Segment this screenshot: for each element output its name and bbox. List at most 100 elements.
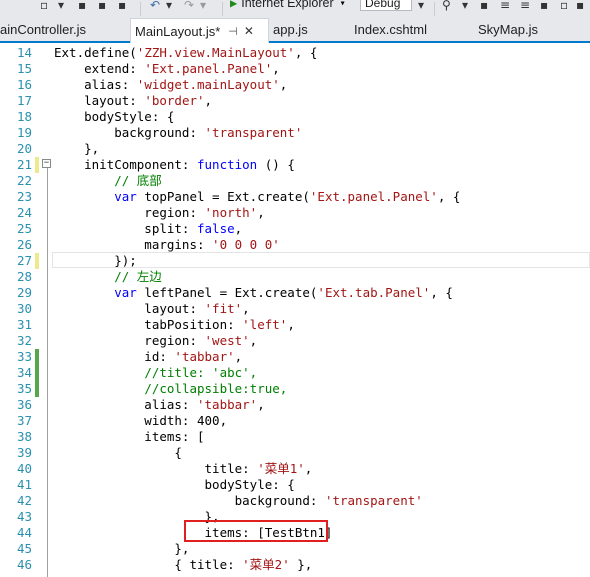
- tab-label: app.js: [273, 22, 308, 37]
- code-line[interactable]: 34 //title: 'abc',: [0, 365, 590, 381]
- code-text: region: 'north',: [54, 205, 265, 220]
- tab-app[interactable]: app.js: [269, 18, 312, 41]
- line-number: 16: [16, 77, 32, 92]
- line-number: 34: [16, 365, 32, 380]
- collapse-icon[interactable]: −: [42, 159, 51, 168]
- pin-icon[interactable]: ⊣: [228, 25, 238, 38]
- save-all-icon[interactable]: ▪: [98, 0, 106, 14]
- code-line[interactable]: 29 var leftPanel = Ext.create('Ext.tab.P…: [0, 285, 590, 301]
- code-text: items: [: [54, 429, 205, 444]
- redo-dropdown-icon[interactable]: ▾: [200, 0, 206, 14]
- dropdown-arrow-icon[interactable]: ▾: [58, 0, 64, 14]
- code-text: bodyStyle: {: [54, 477, 295, 492]
- code-line[interactable]: 21 initComponent: function () {: [0, 157, 590, 173]
- code-line[interactable]: 41 bodyStyle: {: [0, 477, 590, 493]
- code-line[interactable]: 40 title: '菜单1',: [0, 461, 590, 477]
- code-line[interactable]: 14 Ext.define('ZZH.view.MainLayout', {: [0, 45, 590, 61]
- code-line[interactable]: 45 },: [0, 541, 590, 557]
- code-line[interactable]: 42 background: 'transparent': [0, 493, 590, 509]
- browser-dropdown-icon[interactable]: ▾: [340, 0, 346, 9]
- save-icon[interactable]: ▪: [78, 0, 86, 14]
- change-marker: [35, 253, 39, 269]
- config-select[interactable]: Debug: [360, 0, 412, 11]
- code-text: alias: 'tabbar',: [54, 397, 265, 412]
- line-number: 35: [16, 381, 32, 396]
- code-line[interactable]: 46 { title: '菜单2' },: [0, 557, 590, 573]
- line-number: 19: [16, 125, 32, 140]
- bookmark-icon[interactable]: ▪: [480, 0, 488, 14]
- tab-index[interactable]: Index.cshtml: [350, 18, 431, 41]
- code-line[interactable]: 24 region: 'north',: [0, 205, 590, 221]
- outline-icon[interactable]: ▫: [560, 0, 568, 14]
- line-number: 18: [16, 109, 32, 124]
- code-editor[interactable]: 14 Ext.define('ZZH.view.MainLayout', {15 …: [0, 43, 590, 577]
- annotation-highlight-box: [184, 520, 328, 542]
- code-line[interactable]: 36 alias: 'tabbar',: [0, 397, 590, 413]
- line-number: 42: [16, 493, 32, 508]
- code-text: width: 400,: [54, 413, 228, 428]
- redo-arrow-icon[interactable]: ↷: [184, 0, 194, 14]
- start-debug-button[interactable]: ▶ Internet Explorer ▾: [230, 0, 346, 12]
- more-icon[interactable]: ▪: [576, 0, 584, 14]
- config-dropdown-icon[interactable]: ▾: [418, 0, 424, 14]
- code-line[interactable]: 35 //collapsible:true,: [0, 381, 590, 397]
- tab-skymap[interactable]: SkyMap.js: [474, 18, 542, 41]
- code-text: background: 'transparent': [54, 125, 303, 140]
- code-line[interactable]: 22 // 底部: [0, 173, 590, 189]
- code-text: bodyStyle: {: [54, 109, 175, 124]
- line-number: 28: [16, 269, 32, 284]
- code-line[interactable]: 38 items: [: [0, 429, 590, 445]
- tab-label: Index.cshtml: [354, 22, 427, 37]
- code-line[interactable]: 18 bodyStyle: {: [0, 109, 590, 125]
- undo-arrow-icon[interactable]: ↶: [150, 0, 160, 14]
- new-project-icon[interactable]: ▫: [40, 0, 48, 14]
- code-line[interactable]: 23 var topPanel = Ext.create('Ext.panel.…: [0, 189, 590, 205]
- find-dropdown-icon[interactable]: ▾: [462, 0, 468, 14]
- code-line[interactable]: 26 margins: '0 0 0 0': [0, 237, 590, 253]
- code-line[interactable]: 39 {: [0, 445, 590, 461]
- line-number: 20: [16, 141, 32, 156]
- line-number: 40: [16, 461, 32, 476]
- code-line[interactable]: 33 id: 'tabbar',: [0, 349, 590, 365]
- code-line[interactable]: 32 region: 'west',: [0, 333, 590, 349]
- line-number: 32: [16, 333, 32, 348]
- code-text: tabPosition: 'left',: [54, 317, 295, 332]
- code-line[interactable]: 19 background: 'transparent': [0, 125, 590, 141]
- code-text: { title: '菜单2' },: [54, 557, 313, 572]
- comment-icon[interactable]: ≡: [520, 0, 530, 14]
- current-line-highlight: [52, 252, 590, 268]
- line-number: 21: [16, 157, 32, 172]
- line-number: 23: [16, 189, 32, 204]
- code-line[interactable]: 31 tabPosition: 'left',: [0, 317, 590, 333]
- code-line[interactable]: 37 width: 400,: [0, 413, 590, 429]
- line-number: 46: [16, 557, 32, 572]
- code-line[interactable]: 25 split: false,: [0, 221, 590, 237]
- code-text: //collapsible:true,: [144, 381, 288, 396]
- toolbar-separator: [434, 2, 435, 16]
- code-text: margins: '0 0 0 0': [54, 237, 280, 252]
- line-number: 33: [16, 349, 32, 364]
- code-line[interactable]: 20 },: [0, 141, 590, 157]
- code-line[interactable]: 28 // 左边: [0, 269, 590, 285]
- uncomment-icon[interactable]: ▪: [540, 0, 548, 14]
- code-line[interactable]: 15 extend: 'Ext.panel.Panel',: [0, 61, 590, 77]
- code-text: //title: 'abc',: [144, 365, 258, 380]
- indent-icon[interactable]: ≡: [500, 0, 510, 14]
- line-number: 30: [16, 301, 32, 316]
- line-number: 37: [16, 413, 32, 428]
- close-icon[interactable]: ✕: [244, 24, 254, 38]
- outline-guide: [47, 168, 48, 577]
- change-marker: [35, 157, 39, 173]
- line-number: 38: [16, 429, 32, 444]
- code-line[interactable]: 16 alias: 'widget.mainLayout',: [0, 77, 590, 93]
- tab-mainlayout[interactable]: MainLayout.js* ⊣ ✕: [130, 18, 269, 43]
- code-line[interactable]: 30 layout: 'fit',: [0, 301, 590, 317]
- tab-maincontroller[interactable]: ainController.js: [0, 18, 90, 41]
- find-icon[interactable]: ⚲: [442, 0, 451, 14]
- line-number: 39: [16, 445, 32, 460]
- code-line[interactable]: 17 layout: 'border',: [0, 93, 590, 109]
- tab-label: MainLayout.js*: [135, 23, 221, 39]
- change-marker: [35, 381, 39, 397]
- undo-dropdown-icon[interactable]: ▾: [166, 0, 172, 14]
- undo-icon[interactable]: ▪: [118, 0, 126, 14]
